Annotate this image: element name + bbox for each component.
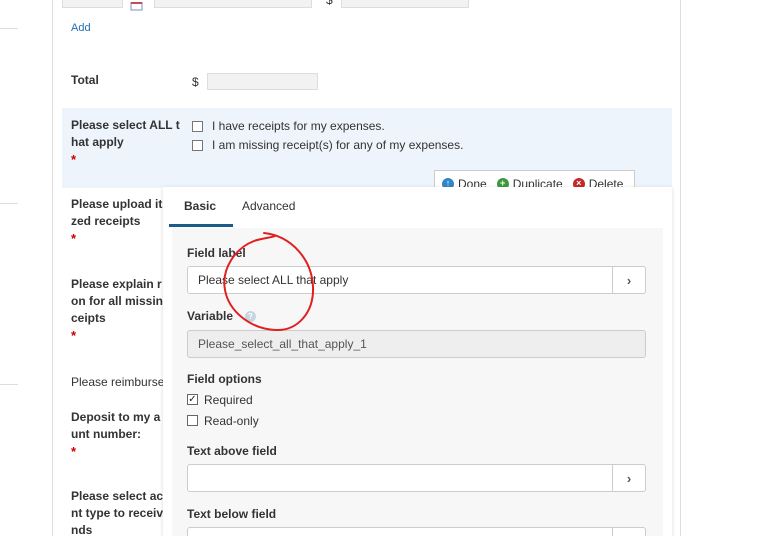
question-label-select-all: Please select ALL t hat apply * (71, 117, 180, 168)
label-line: Please select ac (71, 489, 164, 503)
question-circle-icon[interactable]: ? (245, 311, 256, 322)
add-link[interactable]: Add (71, 22, 91, 34)
currency-symbol: $ (326, 0, 333, 7)
required-asterisk: * (71, 328, 77, 343)
required-asterisk: * (71, 152, 77, 167)
required-checkbox[interactable]: ✓ (187, 394, 198, 405)
variable-heading: Variable (187, 309, 234, 323)
page: $ Add Total $ Please select ALL t hat ap… (0, 0, 771, 536)
label-line: Please upload it (71, 197, 163, 211)
text-above-input[interactable]: › (187, 464, 646, 492)
label-line: on for all missin (71, 294, 164, 308)
text-below-heading: Text below field (187, 507, 277, 521)
required-asterisk: * (71, 444, 77, 459)
question-label-upload: Please upload it zed receipts * (71, 196, 162, 247)
left-divider (0, 203, 18, 204)
text-above-heading: Text above field (187, 444, 277, 458)
total-label: Total (71, 73, 99, 87)
label-line: unt number: (71, 427, 141, 441)
editor-tabs: Basic Advanced (163, 187, 672, 228)
question-label-reimburse: Please reimburse (71, 375, 165, 389)
description-input[interactable] (154, 0, 312, 8)
chevron-right-icon[interactable]: › (612, 528, 645, 536)
amount-input[interactable] (341, 0, 469, 8)
calendar-icon[interactable] (130, 0, 143, 11)
question-label-deposit: Deposit to my a unt number: * (71, 409, 160, 460)
read-only-label: Read-only (204, 414, 259, 428)
required-asterisk: * (71, 231, 77, 246)
basic-settings-pane: Field label Please select ALL that apply… (172, 228, 663, 536)
label-line: zed receipts (71, 214, 141, 228)
option-checkbox[interactable] (192, 121, 203, 132)
label-line: nds (71, 523, 93, 536)
field-label-heading: Field label (187, 246, 246, 260)
field-editor-panel: Basic Advanced Field label Please select… (163, 187, 672, 536)
left-divider (0, 384, 18, 385)
total-currency: $ (192, 75, 199, 89)
label-line: Please select ALL t (71, 118, 180, 132)
total-input (207, 73, 318, 90)
chevron-right-icon[interactable]: › (612, 465, 645, 491)
label-line: Deposit to my a (71, 410, 161, 424)
label-line: hat apply (71, 135, 124, 149)
question-label-account-type: Please select ac nt type to receiv nds (71, 488, 163, 536)
question-label-explain: Please explain r on for all missin ceipt… (71, 276, 163, 344)
option-checkbox[interactable] (192, 140, 203, 151)
variable-value: Please_select_all_that_apply_1 (198, 337, 367, 351)
read-only-checkbox[interactable] (187, 415, 198, 426)
label-line: nt type to receiv (71, 506, 164, 520)
label-line: Please explain r (71, 277, 162, 291)
chevron-right-icon[interactable]: › (612, 267, 645, 293)
variable-input[interactable]: Please_select_all_that_apply_1 (187, 330, 646, 358)
tab-advanced[interactable]: Advanced (242, 199, 295, 213)
date-input[interactable] (62, 0, 123, 8)
left-divider (0, 28, 18, 29)
option-label: I have receipts for my expenses. (212, 119, 385, 133)
option-label: I am missing receipt(s) for any of my ex… (212, 138, 464, 152)
text-below-input[interactable]: › (187, 527, 646, 536)
field-options-heading: Field options (187, 372, 262, 386)
label-line: ceipts (71, 311, 106, 325)
field-label-value: Please select ALL that apply (198, 273, 349, 287)
active-tab-indicator (169, 224, 233, 227)
required-label: Required (204, 393, 253, 407)
field-label-input[interactable]: Please select ALL that apply › (187, 266, 646, 294)
tab-basic[interactable]: Basic (184, 199, 216, 213)
